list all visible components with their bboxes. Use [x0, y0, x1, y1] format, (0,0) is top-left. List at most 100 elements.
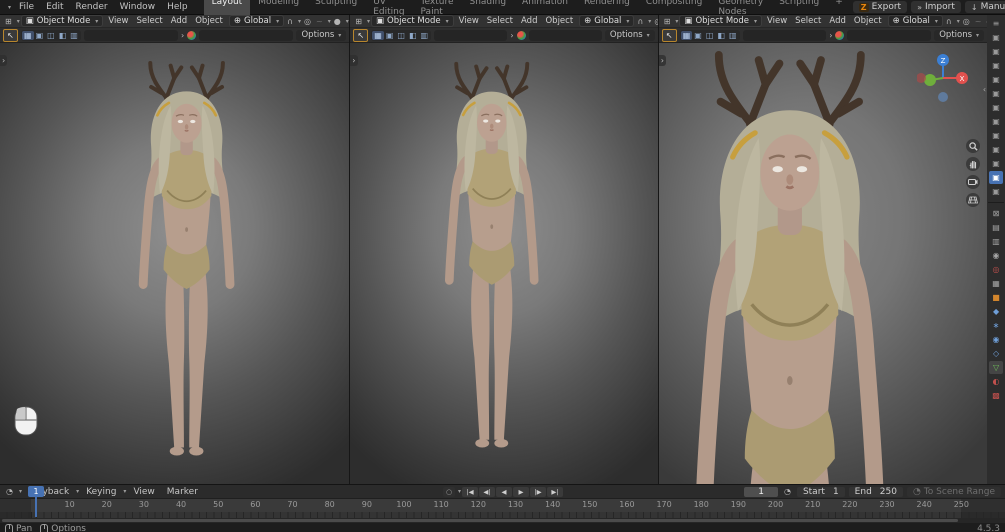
- tweak-tool-button[interactable]: ↖: [661, 28, 677, 42]
- navigation-gizmo[interactable]: Z X: [917, 51, 969, 103]
- import-button[interactable]: » Import: [911, 1, 961, 13]
- viewport-menu-item[interactable]: Object: [850, 16, 886, 26]
- select-mode-icon[interactable]: ▦: [372, 30, 384, 40]
- camera-icon[interactable]: ▣: [989, 45, 1003, 58]
- collection-properties-icon[interactable]: ▦: [989, 277, 1003, 290]
- viewport-menu-item[interactable]: View: [763, 16, 791, 26]
- camera-icon[interactable]: ▣: [989, 171, 1004, 184]
- particle-properties-icon[interactable]: ∗: [989, 319, 1003, 332]
- chevron-down-icon[interactable]: ▾: [19, 488, 22, 495]
- select-mode-icon[interactable]: ▣: [692, 31, 704, 40]
- mode-dropdown[interactable]: ▣ Object Mode ▾: [679, 15, 762, 27]
- falloff-icon[interactable]: ~: [973, 17, 984, 26]
- timeline-ruler[interactable]: 10 20 30 40 50 60 70 80 90 100 110 120 130 140 150 160 1…: [0, 499, 1005, 512]
- camera-icon[interactable]: ▣: [989, 115, 1003, 128]
- scrollbar-handle[interactable]: [2, 519, 958, 522]
- marker-menu[interactable]: Marker: [162, 487, 203, 497]
- viewport-menu-item[interactable]: Select: [791, 16, 825, 26]
- start-frame-field[interactable]: Start 1: [796, 486, 845, 497]
- select-mode-icon[interactable]: ◫: [45, 31, 57, 40]
- orientation-dropdown[interactable]: ⊕ Global ▾: [228, 15, 285, 27]
- select-mode-icon[interactable]: ◧: [57, 31, 69, 40]
- camera-icon[interactable]: ▣: [989, 101, 1003, 114]
- menu-item[interactable]: Window: [114, 2, 162, 12]
- options-dropdown[interactable]: Options ▾: [296, 29, 347, 41]
- end-frame-field[interactable]: End 250: [848, 486, 903, 497]
- snap-magnet-icon[interactable]: ∩: [944, 17, 954, 26]
- camera-icon[interactable]: ▣: [989, 87, 1003, 100]
- viewport-2-canvas[interactable]: ›: [350, 43, 658, 484]
- editor-type-icon[interactable]: ⊞: [3, 17, 14, 26]
- timeline-scrollbar[interactable]: [0, 518, 1005, 523]
- play-reverse-button[interactable]: ◀: [496, 486, 513, 497]
- viewport-1-canvas[interactable]: ›: [0, 43, 350, 484]
- chevron-down-icon[interactable]: ▾: [17, 18, 20, 25]
- camera-icon[interactable]: ▣: [989, 59, 1003, 72]
- tweak-tool-button[interactable]: ↖: [353, 28, 369, 42]
- manual-button[interactable]: ↓ Manual: [964, 1, 1005, 13]
- camera-icon[interactable]: ▣: [989, 129, 1003, 142]
- chevron-down-icon[interactable]: ▾: [328, 18, 331, 25]
- viewport-menu-item[interactable]: View: [104, 16, 132, 26]
- select-mode-icon[interactable]: ◧: [715, 31, 727, 40]
- camera-icon[interactable]: ▣: [989, 143, 1003, 156]
- world-properties-icon[interactable]: ◎: [989, 263, 1003, 276]
- orientation-dropdown[interactable]: ⊕ Global ▾: [887, 15, 943, 27]
- mode-dropdown[interactable]: ▣ Object Mode ▾: [20, 15, 104, 27]
- jump-to-start-button[interactable]: |◀: [462, 486, 479, 497]
- camera-icon[interactable]: ▣: [989, 185, 1003, 198]
- snap-magnet-icon[interactable]: ∩: [635, 17, 645, 26]
- mode-dropdown[interactable]: ▣ Object Mode ▾: [371, 15, 454, 27]
- select-mode-icon[interactable]: ▥: [68, 31, 80, 40]
- export-button[interactable]: Z Export: [852, 1, 908, 13]
- perspective-grid-icon[interactable]: [966, 193, 981, 207]
- menu-item[interactable]: Help: [161, 2, 194, 12]
- viewport-menu-item[interactable]: Select: [132, 16, 166, 26]
- next-keyframe-button[interactable]: |▶: [530, 486, 547, 497]
- viewport-menu-item[interactable]: Select: [483, 16, 517, 26]
- snap-magnet-icon[interactable]: ∩: [285, 17, 295, 26]
- viewport-menu-item[interactable]: View: [455, 16, 483, 26]
- chevron-down-icon[interactable]: ▾: [346, 18, 349, 25]
- toolbar-expand-icon[interactable]: ›: [350, 55, 358, 66]
- viewport-menu-item[interactable]: Add: [825, 16, 849, 26]
- proportional-editing-icon[interactable]: ◎: [302, 17, 313, 26]
- modifier-properties-icon[interactable]: ◆: [989, 305, 1003, 318]
- toolbar-expand-icon[interactable]: ›: [658, 55, 666, 66]
- chevron-down-icon[interactable]: ▾: [648, 18, 651, 25]
- viewport-menu-item[interactable]: Add: [167, 16, 191, 26]
- camera-icon[interactable]: ▣: [989, 73, 1003, 86]
- select-mode-icon[interactable]: ▦: [22, 30, 34, 40]
- shading-wire-icon[interactable]: ○: [984, 17, 987, 26]
- chevron-down-icon[interactable]: ▾: [675, 18, 678, 25]
- chevron-down-icon[interactable]: ▾: [298, 18, 301, 25]
- select-mode-icon[interactable]: ▥: [727, 31, 739, 40]
- play-button[interactable]: ▶: [513, 486, 530, 497]
- playhead-line[interactable]: [35, 497, 37, 517]
- camera-icon[interactable]: ▣: [989, 157, 1003, 170]
- tool-sphere-icon[interactable]: [516, 30, 526, 40]
- auto-key-icon[interactable]: ○: [443, 486, 455, 497]
- menu-item[interactable]: File: [13, 2, 40, 12]
- select-mode-icon[interactable]: ◫: [395, 31, 407, 40]
- view-menu[interactable]: View: [128, 487, 159, 497]
- select-mode-icon[interactable]: ◧: [407, 31, 419, 40]
- pan-hand-icon[interactable]: [966, 157, 981, 171]
- tool-sphere-icon[interactable]: [835, 30, 845, 40]
- physics-properties-icon[interactable]: ◉: [989, 333, 1003, 346]
- editor-type-icon[interactable]: ≡: [989, 17, 1003, 30]
- object-data-properties-icon[interactable]: ▽: [989, 361, 1004, 374]
- proportional-editing-icon[interactable]: ◎: [652, 17, 657, 26]
- material-properties-icon[interactable]: ◐: [989, 375, 1003, 388]
- viewport-menu-item[interactable]: Add: [517, 16, 541, 26]
- shading-solid-icon[interactable]: ●: [332, 17, 343, 26]
- tool-properties-icon[interactable]: ⊠: [989, 207, 1003, 220]
- chevron-down-icon[interactable]: ▾: [367, 18, 370, 25]
- editor-type-icon[interactable]: ⊞: [353, 17, 364, 26]
- viewport-menu-item[interactable]: Object: [541, 16, 577, 26]
- zoom-icon[interactable]: [966, 139, 981, 153]
- expand-icon[interactable]: ›: [510, 31, 513, 40]
- viewlayer-properties-icon[interactable]: ▥: [989, 235, 1003, 248]
- select-mode-icon[interactable]: ▦: [680, 30, 693, 40]
- texture-properties-icon[interactable]: ▩: [989, 389, 1003, 402]
